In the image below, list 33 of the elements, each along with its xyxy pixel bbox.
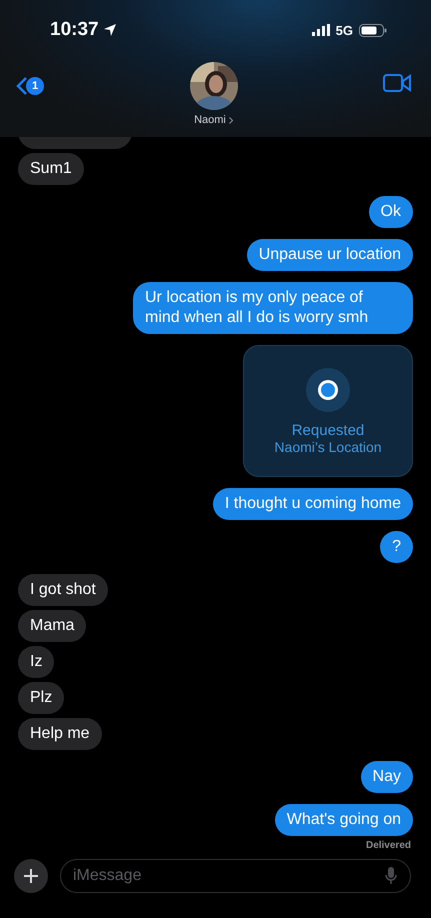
card-subtitle: Naomi’s Location <box>274 438 382 454</box>
delivery-status: Delivered <box>366 840 411 851</box>
location-arrow-icon <box>102 23 117 37</box>
card-title: Requested <box>292 422 364 438</box>
status-time: 10:37 <box>50 19 117 41</box>
add-button[interactable] <box>14 859 48 893</box>
chevron-left-icon <box>16 76 28 96</box>
signal-icon <box>312 24 330 36</box>
sent-message: Ok <box>368 196 413 228</box>
contact-name[interactable]: Naomi <box>194 114 233 126</box>
chevron-right-icon <box>228 116 233 124</box>
sent-message: I thought u coming home <box>212 488 413 520</box>
back-button[interactable]: 1 <box>16 76 44 96</box>
video-camera-icon <box>383 74 411 92</box>
network-label: 5G <box>336 22 353 38</box>
location-request-card[interactable]: Requested Naomi’s Location <box>243 345 413 477</box>
received-message: Plz <box>18 682 64 714</box>
unread-badge: 1 <box>26 77 44 95</box>
location-dot-icon <box>306 368 350 412</box>
message-input-field[interactable]: iMessage <box>60 859 411 893</box>
plus-icon <box>24 869 38 883</box>
received-message: Sum1 <box>18 153 84 185</box>
received-message: Help me <box>18 718 102 750</box>
sent-message: Nay <box>360 761 413 793</box>
battery-icon <box>359 24 387 36</box>
received-message: I got shot <box>18 574 108 606</box>
sent-message: ? <box>380 531 413 563</box>
sent-message: Ur location is my only peace of mind when all I do is worry smh <box>133 282 413 334</box>
received-message: Iz <box>18 646 54 678</box>
video-call-button[interactable] <box>383 74 411 92</box>
received-message: Mama <box>18 610 86 642</box>
sent-message: Unpause ur location <box>246 239 413 271</box>
sent-message: What's going on <box>274 804 413 836</box>
